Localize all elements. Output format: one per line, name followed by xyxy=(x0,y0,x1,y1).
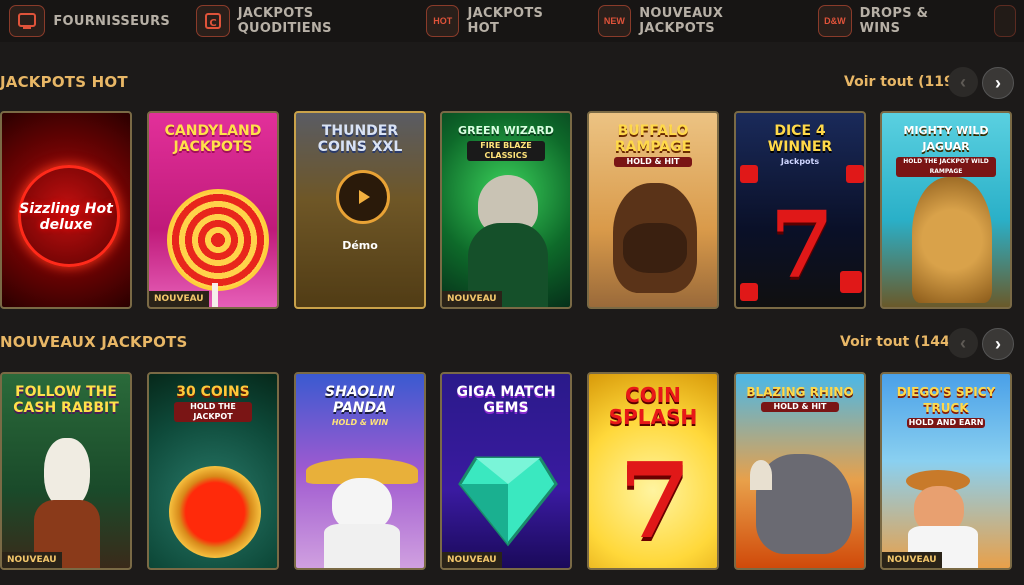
category-nav: FOURNISSEURS C JACKPOTS QUODITIENS HOT J… xyxy=(0,0,1024,42)
play-button[interactable] xyxy=(336,170,390,224)
game-card[interactable]: Sizzling Hot deluxe xyxy=(0,111,132,309)
game-title: GREEN WIZARD FIRE BLAZE CLASSICS xyxy=(458,124,554,161)
game-card[interactable]: FOLLOW THE CASH RABBIT NOUVEAU xyxy=(0,372,132,570)
new-jackpot-icon: NEW xyxy=(597,5,632,37)
game-card[interactable]: GREEN WIZARD FIRE BLAZE CLASSICS NOUVEAU xyxy=(440,111,572,309)
chevron-right-icon: › xyxy=(995,72,1001,93)
daily-jackpot-icon: C xyxy=(196,5,230,37)
game-card[interactable]: COIN SPLASH 7 xyxy=(587,372,719,570)
nav-item-nouveaux-jackpots[interactable]: NEW NOUVEAUX JACKPOTS xyxy=(597,0,792,42)
game-card[interactable]: 30 COINS HOLD THE JACKPOT xyxy=(147,372,279,570)
new-badge: NOUVEAU xyxy=(442,552,502,568)
svg-text:C: C xyxy=(209,18,216,29)
nav-item-jackpots-hot[interactable]: HOT JACKPOTS HOT xyxy=(425,0,572,42)
provider-icon xyxy=(9,5,46,37)
more-category-icon[interactable] xyxy=(993,5,1016,37)
nav-label: JACKPOTS QUODITIENS xyxy=(237,6,332,36)
game-title: COIN SPLASH xyxy=(608,383,698,429)
game-card[interactable]: SHAOLIN PANDA HOLD & WIN xyxy=(294,372,426,570)
carousel-prev-button[interactable]: ‹ xyxy=(948,67,978,97)
game-title: MIGHTY WILD JAGUAR HOLD THE JACKPOT WILD… xyxy=(886,123,1006,177)
chevron-left-icon: ‹ xyxy=(960,332,966,353)
nav-item-drops-wins[interactable]: D&W DROPS & WINS xyxy=(818,0,965,42)
game-title: DICE 4 WINNER Jackpots xyxy=(767,123,833,166)
game-card[interactable]: DICE 4 WINNER Jackpots 7 xyxy=(734,111,866,309)
game-title: BUFFALO RAMPAGE HOLD & HIT xyxy=(614,123,692,167)
game-card[interactable]: BLAZING RHINO HOLD & HIT xyxy=(734,372,866,570)
play-icon xyxy=(359,190,370,204)
drops-wins-icon: D&W xyxy=(818,5,852,37)
see-all-link[interactable]: Voir tout (144) xyxy=(840,334,956,350)
game-row-nouveaux-jackpots: FOLLOW THE CASH RABBIT NOUVEAU 30 COINS … xyxy=(0,372,1024,572)
game-title: BLAZING RHINO HOLD & HIT xyxy=(746,385,854,412)
carousel-next-button[interactable]: › xyxy=(982,67,1014,99)
game-title: THUNDER COINS XXL xyxy=(317,123,403,155)
nav-item-fournisseurs[interactable]: FOURNISSEURS xyxy=(9,0,170,42)
nav-item-jackpots-quotidiens[interactable]: C JACKPOTS QUODITIENS xyxy=(196,0,400,42)
game-title: DIEGO'S SPICY TRUCK HOLD AND EARN xyxy=(896,385,996,428)
nav-label: FOURNISSEURS xyxy=(53,13,171,29)
see-all-link[interactable]: Voir tout (119) xyxy=(844,74,960,90)
new-badge: NOUVEAU xyxy=(882,552,942,568)
chevron-left-icon: ‹ xyxy=(960,71,966,92)
section-title-jackpots-hot: JACKPOTS HOT xyxy=(0,73,128,91)
game-title: GIGA MATCH GEMS xyxy=(456,384,556,416)
game-title: CANDYLAND JACKPOTS xyxy=(164,123,262,155)
new-badge: NOUVEAU xyxy=(442,291,502,307)
demo-label[interactable]: Démo xyxy=(296,239,424,252)
game-card[interactable]: THUNDER COINS XXL Démo xyxy=(294,111,426,309)
gem-art xyxy=(458,456,558,547)
chevron-right-icon: › xyxy=(995,333,1001,354)
game-card[interactable]: GIGA MATCH GEMS NOUVEAU xyxy=(440,372,572,570)
new-badge: NOUVEAU xyxy=(149,291,209,307)
game-title: Sizzling Hot deluxe xyxy=(19,201,113,233)
game-card[interactable]: DIEGO'S SPICY TRUCK HOLD AND EARN NOUVEA… xyxy=(880,372,1012,570)
hot-jackpot-icon: HOT xyxy=(425,5,460,37)
game-title: 30 COINS HOLD THE JACKPOT xyxy=(153,384,273,422)
nav-label: DROPS & WINS xyxy=(859,6,929,36)
game-card[interactable]: MIGHTY WILD JAGUAR HOLD THE JACKPOT WILD… xyxy=(880,111,1012,309)
game-card[interactable]: CANDYLAND JACKPOTS NOUVEAU xyxy=(147,111,279,309)
carousel-prev-button[interactable]: ‹ xyxy=(948,328,978,358)
carousel-next-button[interactable]: › xyxy=(982,328,1014,360)
game-title: SHAOLIN PANDA HOLD & WIN xyxy=(325,384,395,427)
nav-label: JACKPOTS HOT xyxy=(467,6,544,36)
game-card[interactable]: BUFFALO RAMPAGE HOLD & HIT xyxy=(587,111,719,309)
nav-label: NOUVEAUX JACKPOTS xyxy=(639,6,724,36)
section-title-nouveaux-jackpots: NOUVEAUX JACKPOTS xyxy=(0,333,188,351)
game-title: FOLLOW THE CASH RABBIT xyxy=(13,384,119,416)
new-badge: NOUVEAU xyxy=(2,552,62,568)
game-row-jackpots-hot: Sizzling Hot deluxe CANDYLAND JACKPOTS N… xyxy=(0,111,1024,311)
